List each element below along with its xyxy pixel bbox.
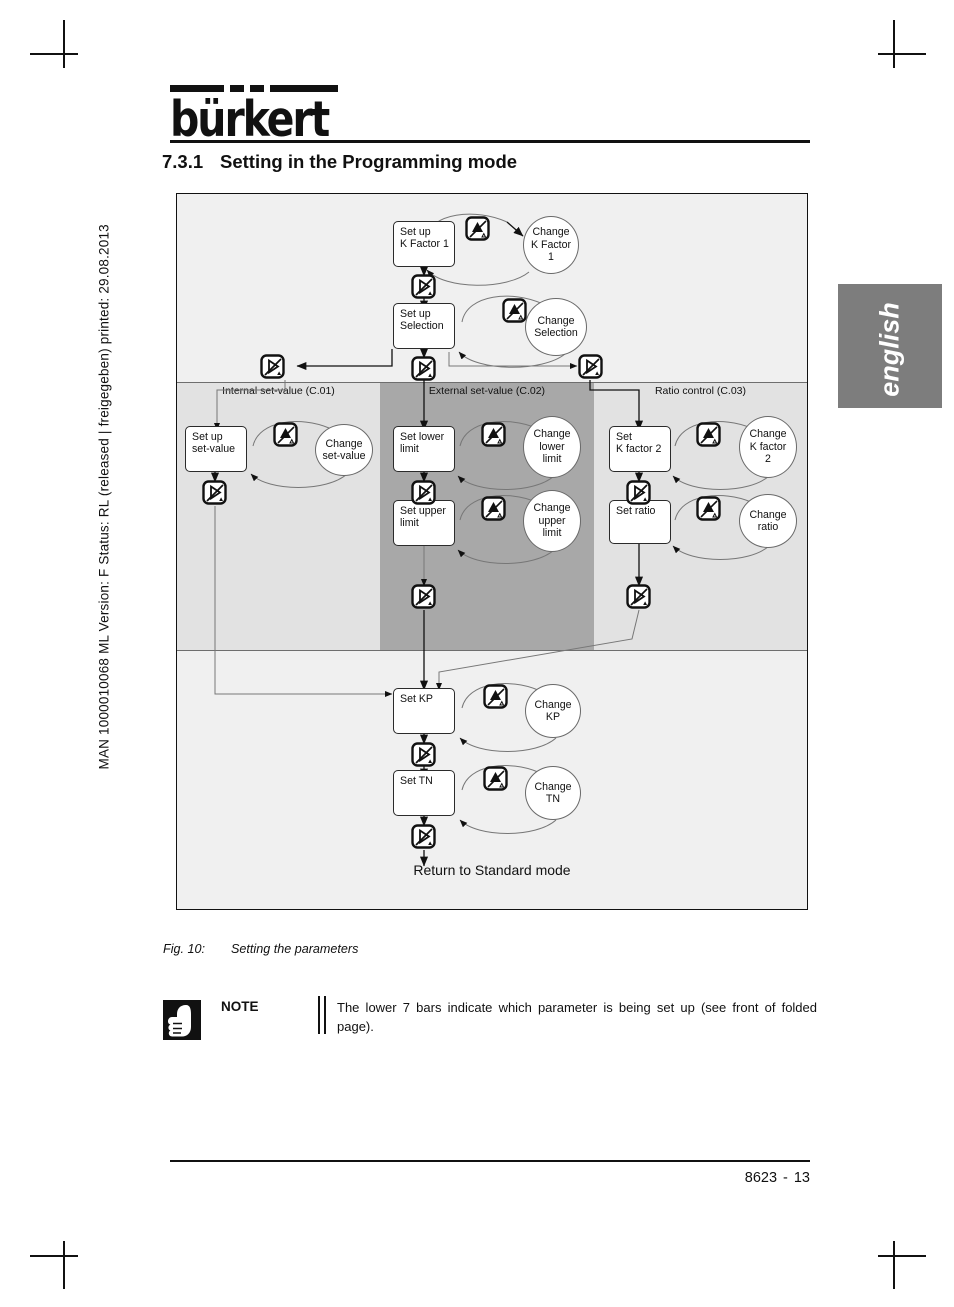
document-metadata-sidebar: MAN 1000010068 ML Version: F Status: RL … bbox=[96, 224, 112, 770]
up-triangle-key-icon bbox=[481, 496, 506, 521]
right-triangle-enter-key-icon bbox=[411, 742, 436, 767]
language-tab-english: english bbox=[838, 284, 942, 408]
language-tab-label: english bbox=[874, 302, 905, 397]
up-triangle-key-icon bbox=[483, 684, 508, 709]
figure-caption-label: Fig. 10: bbox=[163, 942, 205, 956]
crop-mark-tl-h bbox=[30, 53, 78, 55]
node-setup-selection: Set up Selection bbox=[393, 303, 455, 349]
return-to-standard-mode-label: Return to Standard mode bbox=[413, 862, 571, 878]
heading-text: Setting in the Programming mode bbox=[220, 151, 518, 172]
node-change-kfactor2: Change K factor 2 bbox=[739, 416, 797, 478]
page-footer: 8623-13 bbox=[560, 1170, 810, 1186]
up-triangle-key-icon bbox=[481, 422, 506, 447]
up-triangle-key-icon bbox=[273, 422, 298, 447]
figure-caption: Fig. 10: Setting the parameters bbox=[163, 942, 358, 956]
node-setup-setvalue: Set up set-value bbox=[185, 426, 247, 472]
hand-thumb-icon bbox=[163, 1000, 201, 1040]
node-change-lower-limit: Change lower limit bbox=[523, 416, 581, 478]
node-change-ratio: Change ratio bbox=[739, 494, 797, 548]
footer-page-number: 13 bbox=[793, 1170, 810, 1186]
up-triangle-key-icon bbox=[696, 422, 721, 447]
node-change-setvalue: Change set-value bbox=[315, 424, 373, 476]
figure-caption-text: Setting the parameters bbox=[231, 942, 359, 956]
right-triangle-enter-key-icon bbox=[260, 354, 285, 379]
node-set-upper-limit: Set upper limit bbox=[393, 500, 455, 546]
right-triangle-enter-key-icon bbox=[626, 480, 651, 505]
node-set-ratio: Set ratio bbox=[609, 500, 671, 544]
node-change-kp: Change KP bbox=[525, 684, 581, 738]
crop-mark-tr-v bbox=[893, 20, 895, 68]
node-change-selection: Change Selection bbox=[525, 298, 587, 356]
page-title: 7.3.1 Setting in the Programming mode bbox=[162, 151, 517, 173]
crop-mark-bl-h bbox=[30, 1255, 78, 1257]
crop-mark-bl-v bbox=[63, 1241, 65, 1289]
note-label: NOTE bbox=[221, 999, 259, 1014]
burkert-logo: bürkert bbox=[170, 85, 810, 148]
footer-rule bbox=[170, 1160, 810, 1163]
node-change-upper-limit: Change upper limit bbox=[523, 490, 581, 552]
right-triangle-enter-key-icon bbox=[411, 480, 436, 505]
node-set-tn: Set TN bbox=[393, 770, 455, 816]
header-rule bbox=[170, 140, 810, 143]
node-set-lower-limit: Set lower limit bbox=[393, 426, 455, 472]
crop-mark-tl-v bbox=[63, 20, 65, 68]
up-triangle-key-icon bbox=[696, 496, 721, 521]
right-triangle-enter-key-icon bbox=[202, 480, 227, 505]
footer-separator: - bbox=[783, 1170, 788, 1186]
node-set-kp: Set KP bbox=[393, 688, 455, 734]
footer-doc-number: 8623 bbox=[744, 1170, 778, 1186]
right-triangle-enter-key-icon bbox=[626, 584, 651, 609]
right-triangle-enter-key-icon bbox=[411, 274, 436, 299]
note-divider-2 bbox=[324, 996, 326, 1034]
figure-setting-parameters: Internal set-value (C.01) External set-v… bbox=[176, 193, 808, 910]
right-triangle-enter-key-icon bbox=[411, 356, 436, 381]
crop-mark-br-h bbox=[878, 1255, 926, 1257]
crop-mark-tr-h bbox=[878, 53, 926, 55]
crop-mark-br-v bbox=[893, 1241, 895, 1289]
diagram-connectors bbox=[210, 213, 770, 867]
heading-number: 7.3.1 bbox=[162, 151, 204, 172]
up-triangle-key-icon bbox=[502, 298, 527, 323]
node-change-kfactor1: Change K Factor 1 bbox=[523, 216, 579, 274]
note-divider-1 bbox=[318, 996, 320, 1034]
up-triangle-key-icon bbox=[483, 766, 508, 791]
logo-wordmark: bürkert bbox=[170, 91, 330, 148]
note-text: The lower 7 bars indicate which paramete… bbox=[337, 1000, 817, 1034]
node-change-tn: Change TN bbox=[525, 766, 581, 820]
node-set-kfactor2: Set K factor 2 bbox=[609, 426, 671, 472]
right-triangle-enter-key-icon bbox=[578, 354, 603, 379]
right-triangle-enter-key-icon bbox=[411, 824, 436, 849]
right-triangle-enter-key-icon bbox=[411, 584, 436, 609]
up-triangle-key-icon bbox=[465, 216, 490, 241]
node-setup-kfactor1: Set up K Factor 1 bbox=[393, 221, 455, 267]
